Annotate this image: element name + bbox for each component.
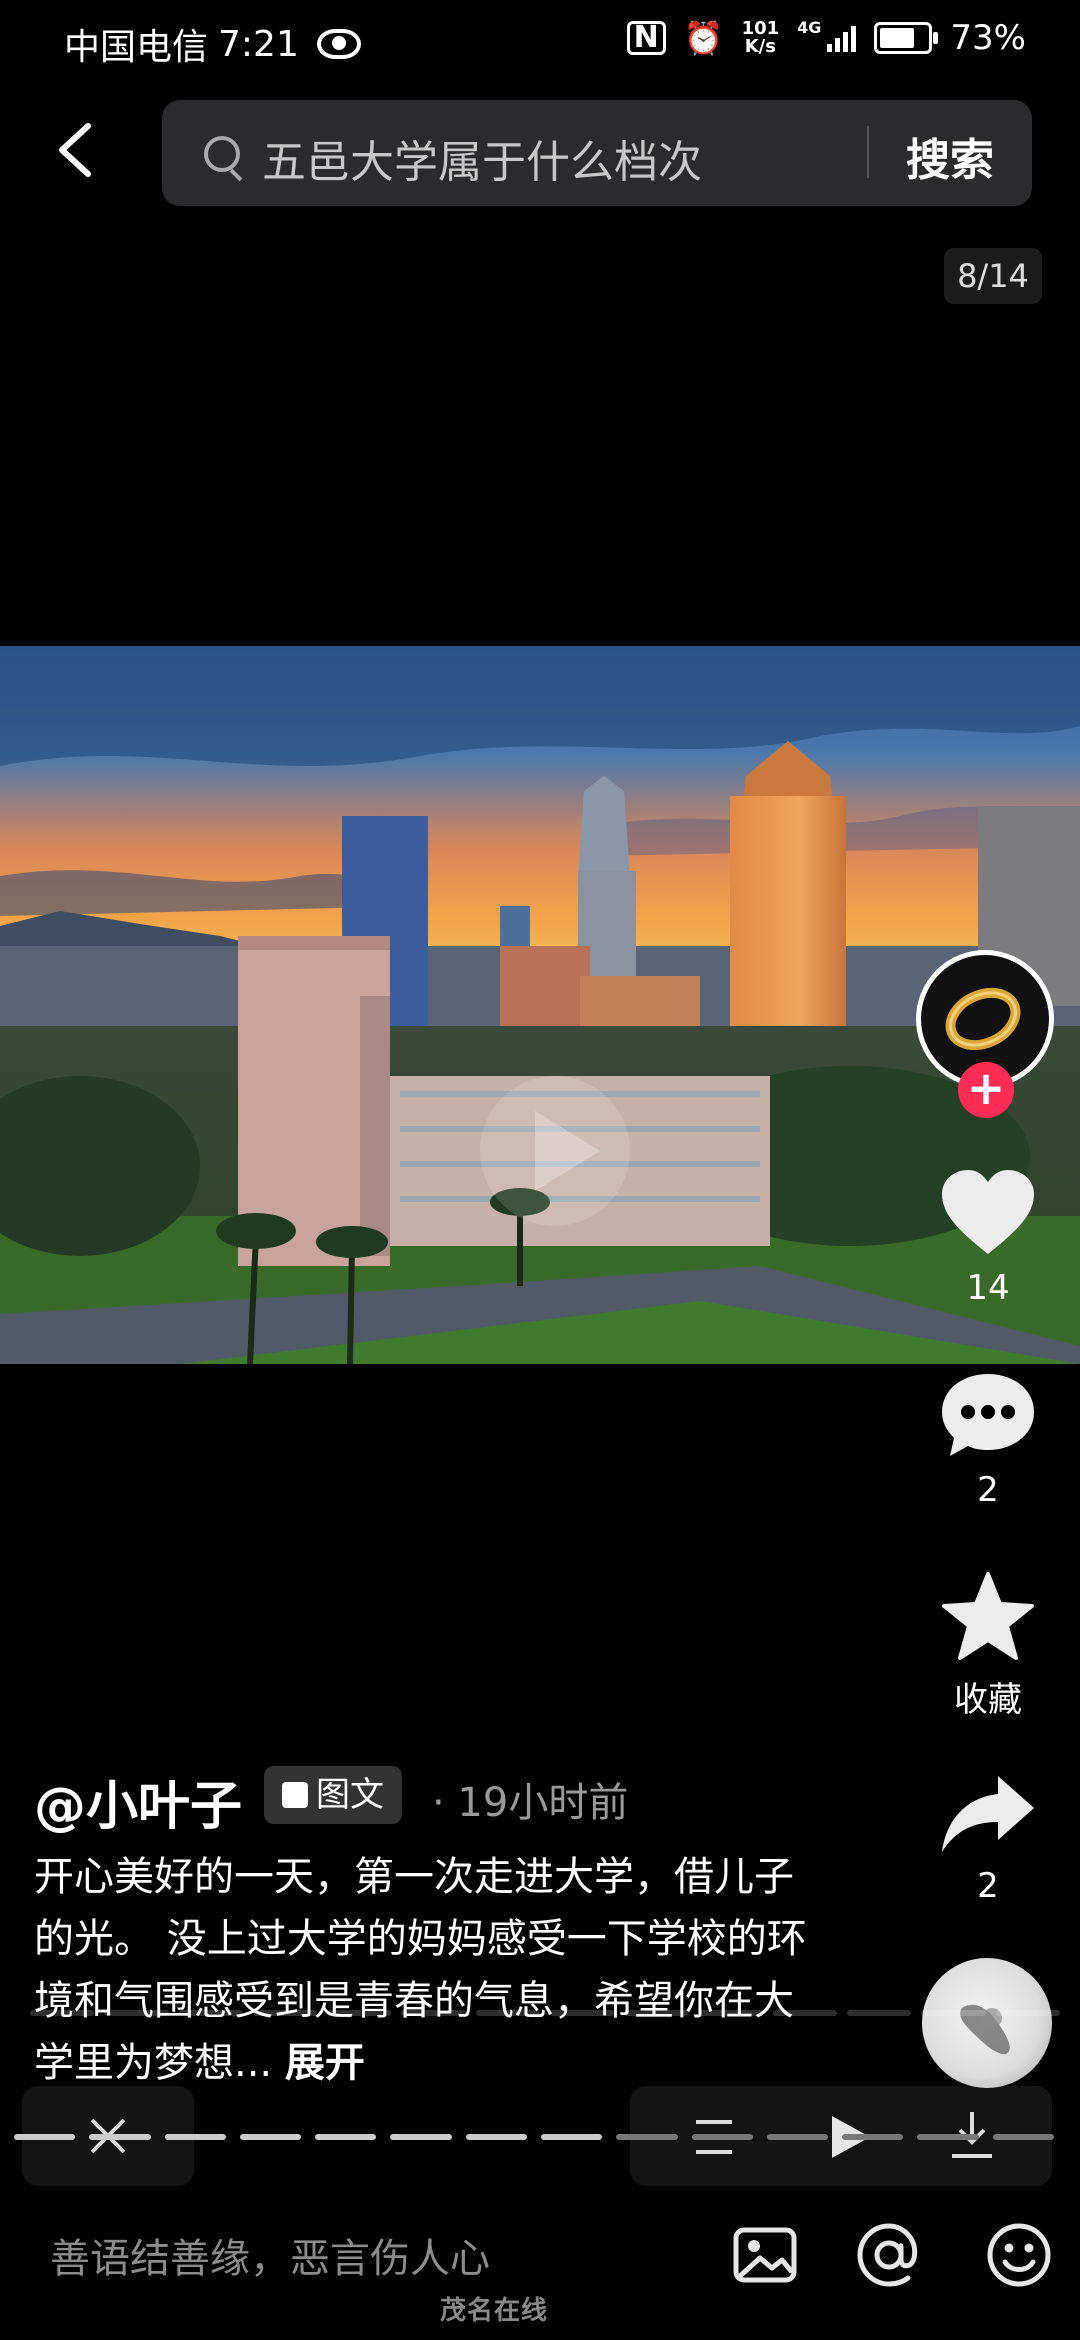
post-time: · 19小时前: [432, 1780, 629, 1826]
battery-icon: [874, 22, 939, 54]
watermark-logo: 茂名在线: [440, 2290, 548, 2327]
favorite-button[interactable]: 收藏: [918, 1570, 1058, 1721]
nfc-icon: N: [626, 21, 666, 55]
share-count: 2: [977, 1866, 999, 1906]
comment-count: 2: [977, 1470, 999, 1510]
author-name[interactable]: @小叶子: [34, 1764, 242, 1839]
search-icon: [204, 136, 240, 172]
image-progress: [14, 2134, 1054, 2140]
network-type: 4G: [797, 18, 822, 37]
image-icon[interactable]: [730, 2220, 800, 2290]
signal-icon: [827, 24, 857, 52]
post-type-label: 图文: [316, 1775, 384, 1815]
like-button[interactable]: 14: [918, 1168, 1058, 1308]
comment-button[interactable]: 2: [918, 1370, 1058, 1510]
search-button[interactable]: 搜索: [906, 124, 994, 188]
clock: 7:21: [218, 23, 299, 65]
star-icon: [942, 1572, 1034, 1660]
post-caption[interactable]: 开心美好的一天，第一次走进大学，借儿子的光。 没上过大学的妈妈感受一下学校的环境…: [34, 1846, 824, 2094]
carrier-label: 中国电信: [64, 27, 209, 68]
status-bar: 中国电信 7:21 N ⏰ 101 K/s 4G 73%: [0, 0, 1080, 80]
battery-percent: 73%: [950, 18, 1026, 58]
heart-icon: [942, 1170, 1034, 1254]
eye-icon: [316, 29, 361, 59]
page-indicator: [30, 2010, 1060, 2016]
search-bar[interactable]: 五邑大学属于什么档次 搜索: [162, 100, 1032, 206]
music-disc[interactable]: [922, 1958, 1052, 2088]
search-divider: [867, 126, 869, 178]
search-input[interactable]: 五邑大学属于什么档次: [262, 126, 702, 190]
alarm-icon: ⏰: [683, 19, 724, 57]
image-text-icon: [282, 1782, 308, 1808]
follow-button[interactable]: +: [958, 1062, 1014, 1118]
back-icon[interactable]: [52, 120, 102, 180]
post-type-tag: 图文: [264, 1766, 402, 1824]
share-icon: [942, 1776, 1034, 1852]
emoji-icon[interactable]: [984, 2220, 1054, 2290]
share-button[interactable]: 2: [918, 1772, 1058, 1906]
caption-text: 开心美好的一天，第一次走进大学，借儿子的光。 没上过大学的妈妈感受一下学校的环境…: [34, 1854, 807, 2086]
favorite-label: 收藏: [954, 1680, 1022, 1720]
comment-icon: [942, 1374, 1034, 1456]
comment-input[interactable]: 善语结善缘，恶言伤人心: [50, 2226, 490, 2284]
network-speed: 101 K/s: [741, 18, 780, 57]
at-icon[interactable]: [854, 2220, 924, 2290]
image-pager: 8/14: [944, 248, 1042, 304]
music-disc-art: [960, 2004, 1010, 2055]
like-count: 14: [966, 1268, 1010, 1308]
watermark-text: 茂名在线: [440, 2296, 549, 2326]
expand-button[interactable]: 展开: [285, 2040, 365, 2086]
